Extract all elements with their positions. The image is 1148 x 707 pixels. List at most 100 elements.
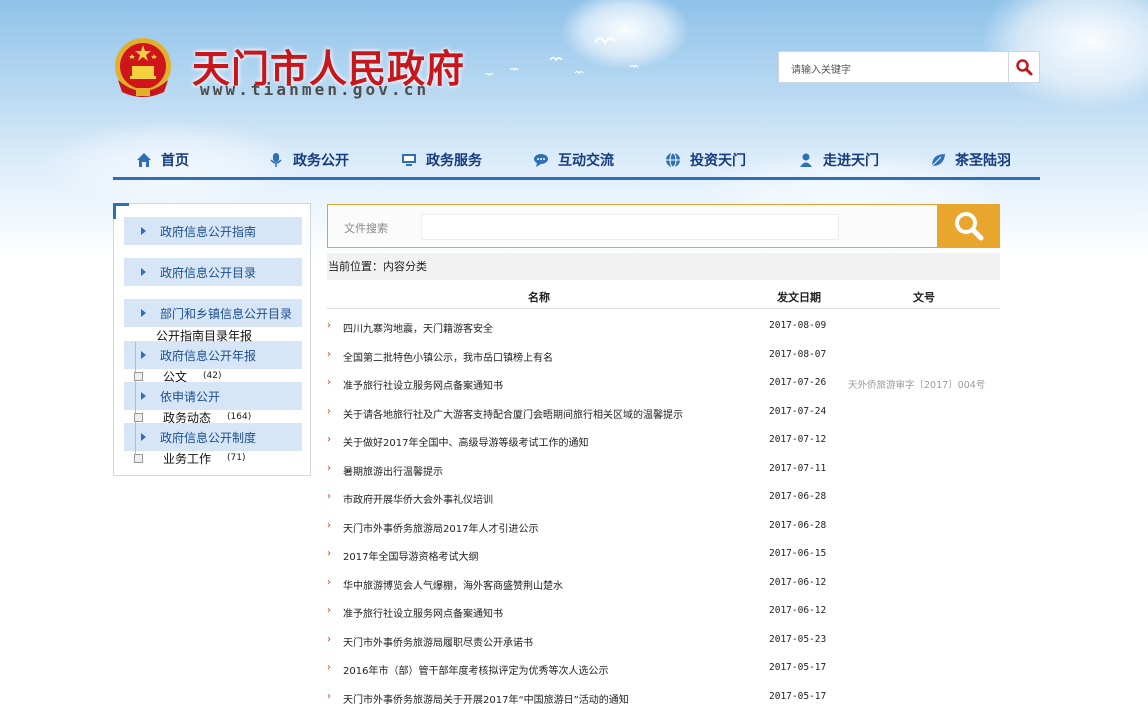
row-title-link[interactable]: 关于做好2017年全国中、高级导游等级考试工作的通知 <box>343 434 588 449</box>
row-date: 2017-06-12 <box>769 605 827 616</box>
row-title-link[interactable]: 市政府开展华侨大会外事礼仪培训 <box>343 491 493 506</box>
row-date: 2017-08-09 <box>769 320 827 331</box>
row-date: 2017-06-12 <box>769 577 827 588</box>
row-date: 2017-06-15 <box>769 548 827 559</box>
home-icon <box>137 153 151 167</box>
birds-decoration-icon <box>484 37 639 76</box>
sidebar-item-catalog[interactable]: 政府信息公开目录 <box>124 258 302 286</box>
row-date: 2017-06-28 <box>769 520 827 531</box>
table-row[interactable]: › 市政府开展华侨大会外事礼仪培训 2017-06-28 <box>327 483 1000 511</box>
row-title-link[interactable]: 天门市外事侨务旅游局2017年人才引进公示 <box>343 520 538 535</box>
document-search-input[interactable] <box>421 214 839 240</box>
leaf-icon <box>931 154 945 167</box>
nav-label: 走进天门 <box>823 153 879 169</box>
table-row[interactable]: › 天门市外事侨务旅游局履职尽责公开承诺书 2017-05-23 <box>327 626 1000 654</box>
row-doc-number: 天外侨旅游审字〔2017〕004号 <box>848 380 986 391</box>
nav-item-luyu[interactable]: 茶圣陆羽 <box>930 148 1011 172</box>
sidebar-item-dept-catalog[interactable]: 部门和乡镇信息公开目录 <box>124 299 302 327</box>
sidebar-item-rules[interactable]: 政府信息公开制度 <box>124 423 302 451</box>
row-date: 2017-06-28 <box>769 491 827 502</box>
tree-node[interactable]: 公文 (42) <box>134 368 222 384</box>
row-title-link[interactable]: 暑期旅游出行温馨提示 <box>343 463 443 478</box>
nav-item-home[interactable]: 首页 <box>136 148 189 172</box>
row-title-link[interactable]: 四川九寨沟地震，天门籍游客安全 <box>343 320 493 335</box>
table-row[interactable]: › 天门市外事侨务旅游局2017年人才引进公示 2017-06-28 <box>327 512 1000 540</box>
nav-item-interaction[interactable]: 互动交流 <box>533 148 614 172</box>
row-title-link[interactable]: 天门市外事侨务旅游局关于开展2017年“中国旅游日”活动的通知 <box>343 691 629 706</box>
nav-item-open-gov[interactable]: 政务公开 <box>268 148 349 172</box>
breadcrumb: 当前位置：内容分类 <box>327 253 1000 280</box>
tree-node[interactable]: 政务动态 (164) <box>134 409 251 425</box>
site-domain: www.tianmen.gov.cn <box>200 80 430 99</box>
table-row[interactable]: › 准予旅行社设立服务网点备案通知书 2017-07-26 天外侨旅游审字〔2017〕… <box>327 369 1000 397</box>
chevron-right-icon: › <box>327 434 331 445</box>
table-row[interactable]: › 2017年全国导游资格考试大纲 2017-06-15 <box>327 540 1000 568</box>
triangle-right-icon <box>141 351 146 359</box>
row-date: 2017-07-24 <box>769 406 827 417</box>
document-search-label: 文件搜索 <box>344 222 388 235</box>
microphone-icon <box>270 153 282 167</box>
table-row[interactable]: › 2016年市（部）管干部年度考核拟评定为优秀等次人选公示 2017-05-17 <box>327 654 1000 682</box>
chevron-right-icon: › <box>327 548 331 559</box>
table-row[interactable]: › 暑期旅游出行温馨提示 2017-07-11 <box>327 455 1000 483</box>
sidebar-item-request[interactable]: 依申请公开 <box>124 382 302 410</box>
search-icon <box>954 212 983 241</box>
column-header-title: 名称 <box>528 291 550 304</box>
sidebar-item-label: 政府信息公开指南 <box>160 224 257 239</box>
chevron-right-icon: › <box>327 520 331 531</box>
sidebar-item-guide[interactable]: 政府信息公开指南 <box>124 217 302 245</box>
nav-item-about[interactable]: 走进天门 <box>798 148 879 172</box>
person-icon <box>800 153 812 167</box>
monitor-icon <box>402 154 416 166</box>
table-row[interactable]: › 关于做好2017年全国中、高级导游等级考试工作的通知 2017-07-12 <box>327 426 1000 454</box>
tree-node-count: (164) <box>227 412 252 422</box>
table-row[interactable]: › 关于请各地旅行社及广大游客支持配合厦门会晤期间旅行相关区域的温馨提示 2017-… <box>327 398 1000 426</box>
row-title-link[interactable]: 准予旅行社设立服务网点备案通知书 <box>343 377 503 392</box>
sidebar: 政府信息公开指南 政府信息公开目录 部门和乡镇信息公开目录 政府信息公开年报 依… <box>113 203 311 476</box>
tree-node-label: 公开指南目录年报 <box>156 328 253 343</box>
tree-node-label: 业务工作 <box>163 451 212 466</box>
tree-node-count: (71) <box>227 453 246 463</box>
chevron-right-icon: › <box>327 491 331 502</box>
chevron-right-icon: › <box>327 406 331 417</box>
row-date: 2017-07-26 <box>769 377 827 388</box>
row-title-link[interactable]: 华中旅游博览会人气爆棚，海外客商盛赞荆山楚水 <box>343 577 563 592</box>
column-header-date: 发文日期 <box>777 291 821 304</box>
row-title-link[interactable]: 全国第二批特色小镇公示，我市岳口镇榜上有名 <box>343 349 553 364</box>
row-date: 2017-05-23 <box>769 634 827 645</box>
nav-label: 互动交流 <box>558 153 614 169</box>
triangle-right-icon <box>141 268 146 276</box>
nav-item-invest[interactable]: 投资天门 <box>665 148 746 172</box>
chevron-right-icon: › <box>327 463 331 474</box>
table-row[interactable]: › 天门市外事侨务旅游局关于开展2017年“中国旅游日”活动的通知 2017-05-… <box>327 683 1000 707</box>
row-title-link[interactable]: 2016年市（部）管干部年度考核拟评定为优秀等次人选公示 <box>343 662 608 677</box>
tree-line <box>135 342 136 460</box>
document-search-bar: 文件搜索 <box>327 204 1000 248</box>
sidebar-item-annual-report[interactable]: 政府信息公开年报 <box>124 341 302 369</box>
row-title-link[interactable]: 准予旅行社设立服务网点备案通知书 <box>343 605 503 620</box>
globe-icon <box>666 152 680 168</box>
chevron-right-icon: › <box>327 320 331 331</box>
row-title-link[interactable]: 关于请各地旅行社及广大游客支持配合厦门会晤期间旅行相关区域的温馨提示 <box>343 406 683 421</box>
table-header: 名称 发文日期 文号 <box>327 283 1000 309</box>
table-row[interactable]: › 准予旅行社设立服务网点备案通知书 2017-06-12 <box>327 597 1000 625</box>
tree-node-label: 公文 <box>163 369 188 384</box>
table-row[interactable]: › 四川九寨沟地震，天门籍游客安全 2017-08-09 <box>327 312 1000 340</box>
row-title-link[interactable]: 天门市外事侨务旅游局履职尽责公开承诺书 <box>343 634 533 649</box>
national-emblem-icon <box>115 38 171 97</box>
site-search-button[interactable] <box>1008 52 1039 82</box>
site-search-input[interactable]: 请输入关键字 <box>791 61 851 76</box>
triangle-right-icon <box>141 392 146 400</box>
row-title-link[interactable]: 2017年全国导游资格考试大纲 <box>343 548 478 563</box>
table-row[interactable]: › 华中旅游博览会人气爆棚，海外客商盛赞荆山楚水 2017-06-12 <box>327 569 1000 597</box>
site-search-box[interactable]: 请输入关键字 <box>778 51 1040 83</box>
chevron-right-icon: › <box>327 377 331 388</box>
nav-item-gov-service[interactable]: 政务服务 <box>401 148 482 172</box>
sidebar-item-label: 政府信息公开年报 <box>160 348 257 363</box>
document-search-button[interactable] <box>937 204 1000 248</box>
table-row[interactable]: › 全国第二批特色小镇公示，我市岳口镇榜上有名 2017-08-07 <box>327 341 1000 369</box>
tree-node[interactable]: 业务工作 (71) <box>134 450 246 466</box>
tree-node[interactable]: 公开指南目录年报 <box>156 327 252 343</box>
tree-node-count: (42) <box>203 371 222 381</box>
triangle-right-icon <box>141 433 146 441</box>
